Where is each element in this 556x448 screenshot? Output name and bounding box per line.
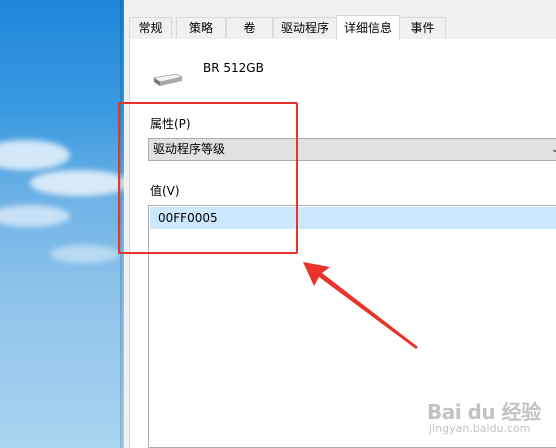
annotation-highlight-box <box>118 102 298 254</box>
tab-volumes[interactable]: 卷 <box>226 17 273 38</box>
device-name: BR 512GB <box>203 61 264 75</box>
tab-driver[interactable]: 驱动程序 <box>273 17 337 38</box>
tab-details[interactable]: 详细信息 <box>336 15 400 40</box>
tab-general[interactable]: 常规 <box>129 17 172 38</box>
watermark-url: jingyan.baidu.com <box>429 422 531 435</box>
desktop-wallpaper <box>0 0 124 448</box>
baidu-watermark: Bai du 经验 jingyan.baidu.com <box>425 396 553 444</box>
chevron-down-icon[interactable]: ⌄ <box>548 139 556 160</box>
tab-events[interactable]: 事件 <box>399 17 446 38</box>
tab-policies[interactable]: 策略 <box>176 17 226 38</box>
watermark-logo: Bai du 经验 <box>427 400 541 424</box>
tab-strip: 常规 策略 卷 驱动程序 详细信息 事件 <box>129 15 556 40</box>
drive-icon <box>152 73 184 86</box>
